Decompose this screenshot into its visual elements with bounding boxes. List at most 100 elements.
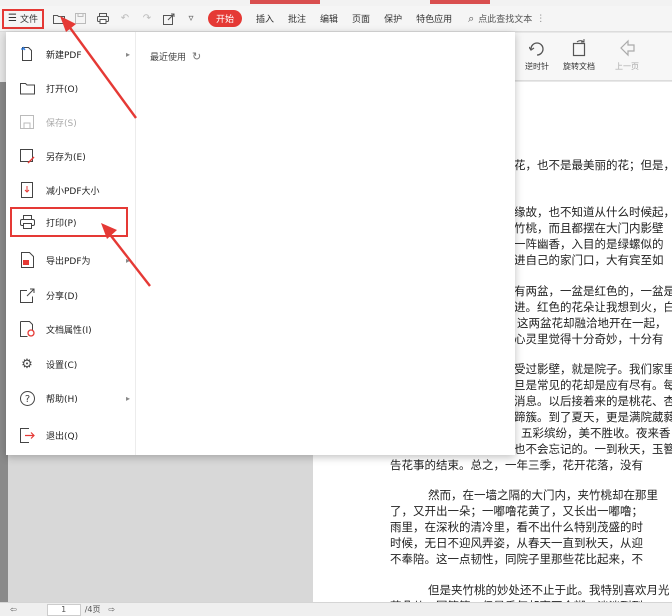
- doc-line: 了，又开出一朵；一嘟噜花黄了，又长出一嘟噜；: [390, 504, 643, 518]
- menu-item-share[interactable]: 分享(D): [6, 280, 136, 310]
- menu-item-label: 减小PDF大小: [46, 186, 100, 197]
- menu-item-label: 文档属性(I): [46, 325, 92, 336]
- rotate-doc-button[interactable]: 旋转文档: [559, 39, 599, 72]
- recent-label: 最近使用: [150, 53, 187, 63]
- more-icon[interactable]: ⋮: [536, 14, 545, 24]
- printer-icon: [18, 213, 36, 231]
- menu-item-new-pdf[interactable]: 新建PDF ▸: [6, 39, 136, 69]
- doc-line: 有两盆，一盆是红色的，一盆是: [514, 284, 672, 298]
- search-icon: ⌕: [468, 11, 475, 25]
- menu-item-label: 打印(P): [46, 218, 77, 229]
- menu-item-properties[interactable]: 文档属性(I): [6, 314, 136, 344]
- menu-item-label: 退出(Q): [46, 431, 79, 442]
- save-icon: [18, 113, 36, 131]
- doc-line: 一阵幽香，入目的是绿螺似的: [514, 237, 664, 251]
- menu-item-open[interactable]: 打开(O): [6, 73, 136, 103]
- doc-line: 受过影壁，就是院子。我们家里: [514, 362, 672, 376]
- doc-line: 进自己的家门口，大有宾至如: [514, 253, 664, 267]
- menu-item-label: 另存为(E): [46, 152, 86, 163]
- menu-annotate[interactable]: 批注: [288, 12, 306, 25]
- menu-insert[interactable]: 插入: [256, 12, 274, 25]
- menu-item-print[interactable]: 打印(P): [10, 207, 128, 237]
- file-menu-button[interactable]: ☰ 文件: [2, 8, 44, 29]
- chevron-right-icon: ▸: [125, 49, 130, 59]
- prev-page-button[interactable]: 上一页: [607, 39, 647, 72]
- doc-line: 五彩缤纷，美不胜收。夜来香: [521, 426, 671, 440]
- doc-line: 雨里，在深秋的清冷里，看不出什么特别茂盛的时: [390, 520, 643, 534]
- recent-files-header: 最近使用 ↻: [150, 50, 201, 63]
- doc-line: 心灵里觉得十分奇妙，十分有: [514, 332, 664, 346]
- hamburger-icon: ☰: [8, 13, 17, 24]
- menu-item-label: 新建PDF: [46, 50, 82, 61]
- arrow-left-icon: [607, 39, 647, 61]
- menu-edit[interactable]: 编辑: [320, 12, 338, 25]
- redo-icon[interactable]: ↷: [140, 12, 154, 26]
- menu-item-compress[interactable]: 减小PDF大小: [6, 175, 136, 205]
- ribbon-toolbar: 逆时针 旋转文档 上一页: [515, 33, 672, 81]
- refresh-icon[interactable]: ↻: [192, 50, 201, 63]
- tab-indicator[interactable]: [430, 0, 490, 4]
- document-gutter: [8, 455, 313, 602]
- printer-icon[interactable]: [96, 12, 110, 26]
- menu-item-exit[interactable]: 退出(Q): [6, 420, 136, 450]
- doc-line: 时候，无日不迎风弄姿，从春天一直到秋天，从迎: [390, 536, 643, 550]
- share-icon: [18, 286, 36, 304]
- menu-bar: ☰ 文件 ↶ ↷ ▿ 开始 插入 批注 编辑 页面 保护 特色应用 ⌕ 点此查找…: [0, 6, 672, 32]
- doc-line: 也不会忘记的。一到秋天，玉簪: [514, 442, 672, 456]
- next-page-icon[interactable]: ⇨: [109, 605, 116, 614]
- help-icon: ?: [18, 389, 36, 407]
- doc-line: 不奉陪。这一点韧性，同院子里那些花比起来，不: [390, 552, 643, 566]
- save-as-icon: [18, 147, 36, 165]
- doc-line: 进。红色的花朵让我想到火，白: [514, 300, 672, 314]
- rotate-document-icon: [559, 39, 599, 61]
- svg-text:?: ?: [24, 394, 29, 405]
- menu-item-settings[interactable]: ⚙ 设置(C): [6, 349, 136, 379]
- doc-line: 消息。以后接着来的是桃花、杏: [514, 394, 672, 408]
- doc-line: 花，也不是最美丽的花；但是，: [514, 158, 672, 172]
- menu-item-help[interactable]: ? 帮助(H) ▸: [6, 383, 136, 413]
- folder-icon: [18, 79, 36, 97]
- chevron-right-icon: ▸: [125, 393, 130, 403]
- doc-line: 告花事的结束。总之，一年三季，花开花落，没有: [390, 458, 643, 472]
- search-label: 点此查找文本: [478, 15, 533, 25]
- file-menu-dropdown: 新建PDF ▸ 打开(O) 保存(S) 另存为(E) 减小PDF大小 打印(P)…: [6, 32, 515, 455]
- save-icon[interactable]: [74, 12, 88, 26]
- doc-line: 但是夹竹桃的妙处还不止于此。我特别喜欢月光: [428, 583, 670, 597]
- menu-page[interactable]: 页面: [352, 12, 370, 25]
- properties-icon: [18, 320, 36, 338]
- gear-icon: ⚙: [21, 356, 33, 372]
- chevron-right-icon: ▸: [125, 255, 130, 265]
- menu-item-label: 打开(O): [46, 84, 79, 95]
- menu-protect[interactable]: 保护: [384, 12, 402, 25]
- new-pdf-icon: [18, 45, 36, 63]
- doc-line: 竹桃，而且都摆在大门内影壁: [514, 221, 664, 235]
- menu-item-label: 帮助(H): [46, 394, 78, 405]
- export-icon[interactable]: [162, 12, 176, 26]
- status-bar: ⇦ 1 /4页 ⇨: [0, 602, 672, 616]
- page-number-input[interactable]: 1: [46, 603, 81, 616]
- menu-item-label: 导出PDF为: [46, 256, 91, 267]
- doc-line: 缘故，也不知道从什么时候起，: [514, 205, 672, 219]
- menu-item-label: 分享(D): [46, 291, 78, 302]
- rotate-ccw-label: 逆时针: [525, 62, 549, 71]
- app-window: ☰ 文件 ↶ ↷ ▿ 开始 插入 批注 编辑 页面 保护 特色应用 ⌕ 点此查找…: [0, 0, 672, 616]
- search-box[interactable]: ⌕ 点此查找文本 ⋮: [468, 12, 545, 26]
- file-menu-list: 新建PDF ▸ 打开(O) 保存(S) 另存为(E) 减小PDF大小 打印(P)…: [6, 32, 136, 455]
- tab-indicator[interactable]: [250, 0, 320, 4]
- dropdown-arrow-icon[interactable]: ▿: [184, 12, 198, 26]
- prev-page-icon[interactable]: ⇦: [10, 605, 17, 614]
- menu-start[interactable]: 开始: [207, 10, 242, 27]
- page-total: /4页: [84, 605, 101, 614]
- menu-item-save-as[interactable]: 另存为(E): [6, 141, 136, 171]
- rotate-ccw-button[interactable]: 逆时针: [517, 39, 557, 72]
- menu-item-export[interactable]: 导出PDF为 ▸: [6, 245, 136, 275]
- exit-icon: [18, 426, 36, 444]
- open-folder-icon[interactable]: [52, 12, 66, 26]
- doc-line: 然而，在一墙之隔的大门内，夹竹桃却在那里: [428, 488, 658, 502]
- menu-item-save[interactable]: 保存(S): [6, 107, 136, 137]
- undo-icon[interactable]: ↶: [118, 12, 132, 26]
- export-icon: [18, 251, 36, 269]
- doc-line: 旦是常见的花却是应有尽有。每: [514, 378, 672, 392]
- file-menu-label: 文件: [19, 15, 38, 25]
- menu-features[interactable]: 特色应用: [416, 12, 452, 25]
